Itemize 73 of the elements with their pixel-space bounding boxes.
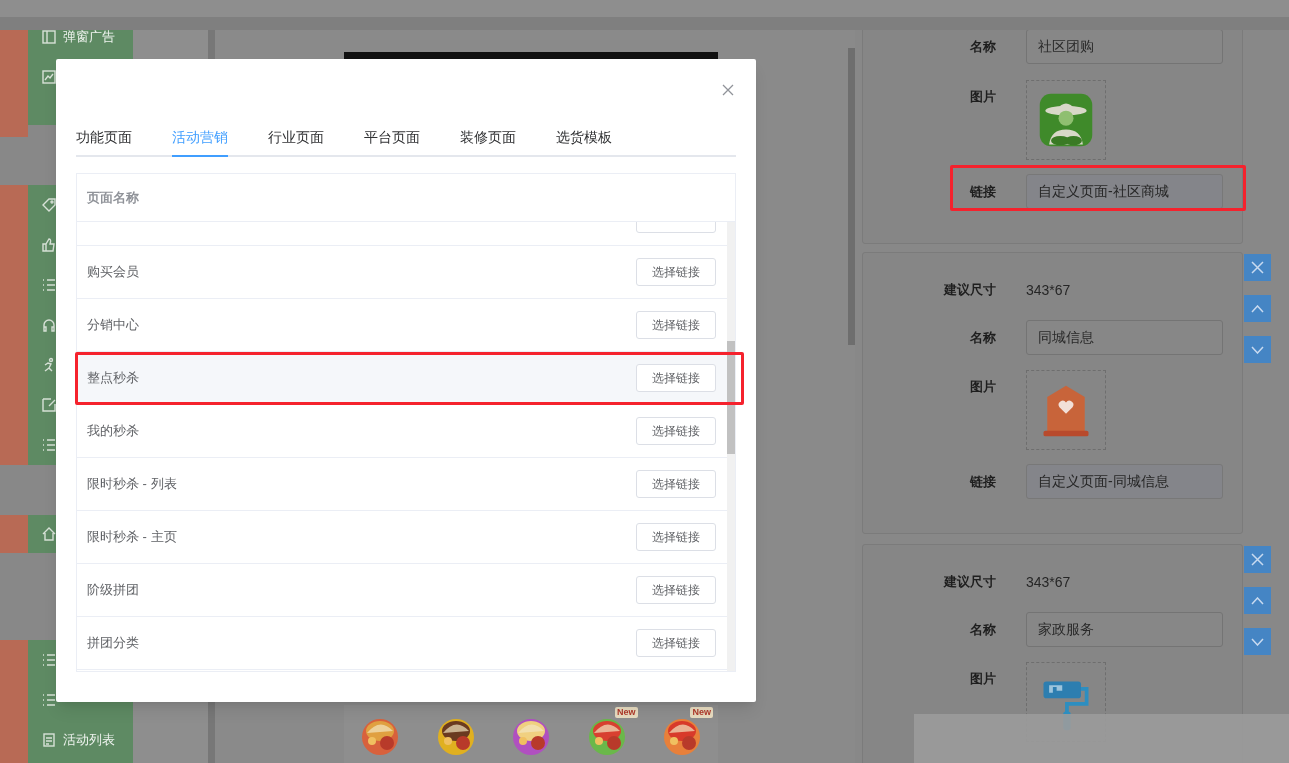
table-cell-text: 购买会员 (87, 263, 139, 282)
list-icon (41, 437, 57, 453)
select-link-button[interactable]: 选择链接 (636, 470, 716, 498)
home-icon (41, 526, 57, 542)
new-badge: New (690, 707, 713, 718)
field-label: 名称 (970, 620, 996, 639)
edit-icon (41, 397, 57, 413)
scrollbar[interactable] (727, 222, 735, 671)
tab[interactable]: 选货模板 (556, 120, 612, 157)
select-link-button[interactable]: 选择链接 (636, 417, 716, 445)
move-down-button[interactable] (1244, 336, 1271, 363)
menu-item[interactable]: 弹窗广告 (63, 27, 115, 47)
table-cell-text: 整点秒杀 (87, 369, 139, 388)
scrollbar[interactable] (848, 48, 855, 345)
field-label: 链接 (970, 472, 996, 491)
select-link-button[interactable]: 选择链接 (636, 523, 716, 551)
name-field[interactable]: 同城信息 (1026, 320, 1223, 355)
move-up-button[interactable] (1244, 295, 1271, 322)
select-link-button[interactable]: 选择链接 (636, 629, 716, 657)
delete-button[interactable] (1244, 254, 1271, 281)
chevron-up-icon (1251, 596, 1264, 605)
move-up-button[interactable] (1244, 587, 1271, 614)
document-icon (41, 732, 57, 748)
field-label: 建议尺寸 (944, 573, 996, 592)
table-cell-text: 我的秒杀 (87, 422, 139, 441)
new-badge: New (615, 707, 638, 718)
table-cell-text: 阶级拼团 (87, 581, 139, 600)
chevron-up-icon (1251, 304, 1264, 313)
column-header: 页面名称 (87, 188, 139, 207)
list-icon (41, 652, 57, 668)
field-label: 名称 (970, 37, 996, 56)
tab[interactable]: 行业页面 (268, 120, 324, 157)
tab[interactable]: 装修页面 (460, 120, 516, 157)
field-label: 图片 (970, 88, 996, 106)
field-label: 图片 (970, 670, 996, 688)
select-link-button[interactable]: 选择链接 (636, 311, 716, 339)
close-button[interactable] (722, 84, 734, 96)
field-label: 名称 (970, 328, 996, 347)
image-upload-box[interactable] (1026, 370, 1106, 450)
thumb-icon (41, 237, 57, 253)
field-label: 图片 (970, 378, 996, 396)
tag-icon (41, 197, 57, 213)
link-field[interactable]: 自定义页面-同城信息 (1026, 464, 1223, 499)
table-cell-text: 限时秒杀 - 主页 (87, 528, 177, 547)
size-value: 343*67 (1026, 572, 1071, 592)
close-icon (1251, 553, 1264, 566)
field-label: 建议尺寸 (944, 281, 996, 300)
headset-icon (41, 317, 57, 333)
list-icon (41, 277, 57, 293)
select-link-button[interactable]: 选择链接 (636, 364, 716, 392)
close-icon (1251, 261, 1264, 274)
sidebar-strip (0, 515, 28, 553)
select-link-button[interactable]: 选择链接 (636, 576, 716, 604)
image-upload-box[interactable] (1026, 80, 1106, 160)
chevron-down-icon (1251, 637, 1264, 646)
name-field[interactable]: 社区团购 (1026, 29, 1223, 64)
table-cell-text: 限时秒杀 - 列表 (87, 475, 177, 494)
chart-icon (41, 69, 57, 85)
tab[interactable]: 功能页面 (76, 120, 132, 157)
table-cell-text: 拼团分类 (87, 634, 139, 653)
chevron-down-icon (1251, 345, 1264, 354)
delete-button[interactable] (1244, 546, 1271, 573)
tab[interactable]: 平台页面 (364, 120, 420, 157)
link-field[interactable]: 自定义页面-社区商城 (1026, 174, 1223, 209)
table-cell-text: 分销中心 (87, 316, 139, 335)
panel-icon (41, 29, 57, 45)
list-icon (41, 692, 57, 708)
move-down-button[interactable] (1244, 628, 1271, 655)
size-value: 343*67 (1026, 280, 1071, 300)
select-link-button[interactable]: 选择链接 (636, 258, 716, 286)
field-label: 链接 (970, 182, 996, 201)
name-field[interactable]: 家政服务 (1026, 612, 1223, 647)
menu-item[interactable]: 活动列表 (63, 730, 115, 750)
